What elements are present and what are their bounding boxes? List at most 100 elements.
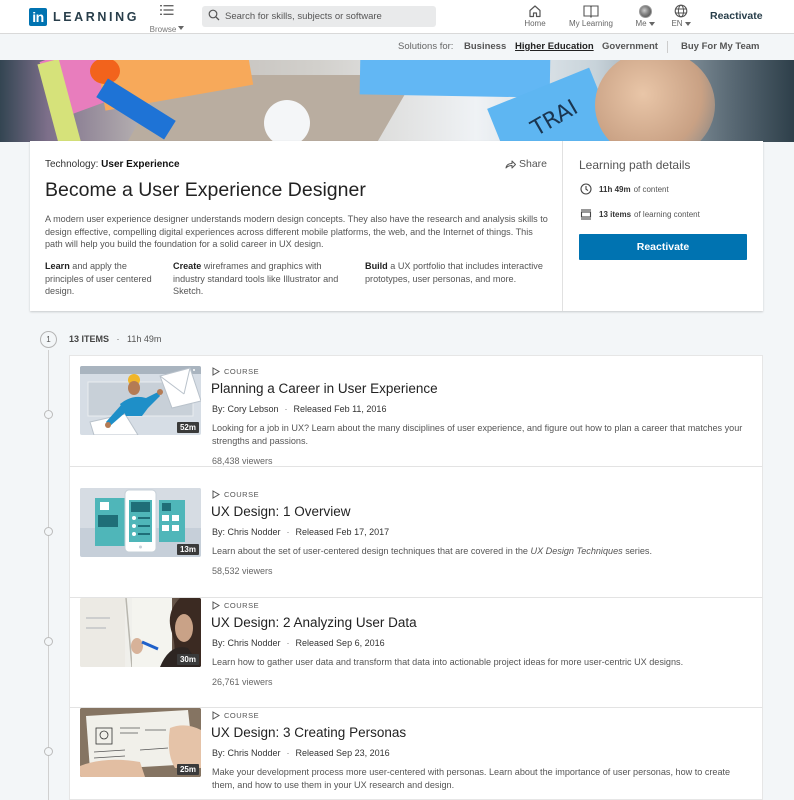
share-icon — [505, 160, 516, 168]
category-link[interactable]: User Experience — [101, 159, 179, 170]
goal-item: Learn and apply the principles of user c… — [45, 260, 155, 298]
course-release-date: Released Sep 23, 2016 — [295, 748, 390, 758]
course-title[interactable]: Planning a Career in User Experience — [211, 381, 438, 396]
home-icon — [518, 3, 552, 19]
browse-button[interactable]: Browse — [147, 3, 187, 37]
reactivate-link[interactable]: Reactivate — [710, 10, 763, 22]
nav-home[interactable]: Home — [518, 3, 552, 28]
course-thumbnail[interactable]: 30m — [80, 598, 201, 667]
nav-my-learning-label: My Learning — [568, 19, 614, 28]
top-nav: in LEARNING Browse Home My Learning Me — [0, 0, 794, 34]
reactivate-button[interactable]: Reactivate — [579, 234, 747, 260]
play-icon — [212, 367, 220, 376]
buy-for-my-team-link[interactable]: Buy For My Team — [681, 41, 759, 52]
course-title[interactable]: UX Design: 2 Analyzing User Data — [211, 615, 417, 630]
course-author: By: Cory Lebson — [212, 404, 279, 414]
path-description: A modern user experience designer unders… — [45, 214, 548, 249]
avatar — [638, 4, 652, 18]
nav-me-label: Me — [635, 19, 647, 28]
course-meta: By: Chris Nodder · Released Sep 23, 2016 — [212, 748, 390, 758]
course-author: By: Chris Nodder — [212, 527, 281, 537]
course-thumbnail[interactable]: 52m — [80, 366, 201, 435]
duration-label: of content — [633, 184, 669, 194]
course-description: Make your development process more user-… — [212, 767, 731, 790]
course-item[interactable]: 30m COURSE UX Design: 2 Analyzing User D… — [70, 598, 762, 708]
path-overview: Technology: User Experience Share Become… — [30, 141, 563, 311]
timeline-dot — [44, 747, 53, 756]
content-type: COURSE — [212, 601, 259, 610]
items-value: 13 items — [599, 210, 632, 219]
solutions-government-link[interactable]: Government — [602, 41, 658, 52]
details-items: 13 items of learning content — [579, 209, 700, 220]
items-label: of learning content — [634, 210, 700, 219]
section-duration: 11h 49m — [127, 334, 162, 344]
play-icon — [212, 490, 220, 499]
nav-my-learning[interactable]: My Learning — [564, 3, 618, 28]
goal-item: Build a UX portfolio that includes inter… — [365, 260, 545, 285]
search-icon — [208, 8, 220, 26]
content-type-label: COURSE — [224, 601, 260, 610]
goal-bold: Learn — [45, 261, 70, 271]
linkedin-learning-logo[interactable]: in LEARNING — [29, 8, 139, 26]
caret-down-icon — [648, 21, 655, 26]
nav-me[interactable]: Me — [630, 3, 660, 28]
play-icon — [212, 601, 220, 610]
play-icon — [212, 711, 220, 720]
course-description: Learn about the set of user-centered des… — [212, 545, 752, 558]
content-type: COURSE — [212, 711, 259, 720]
goal-bold: Create — [173, 261, 202, 271]
course-title[interactable]: UX Design: 1 Overview — [211, 504, 351, 519]
duration-value: 11h 49m — [599, 184, 631, 194]
linkedin-logo-icon: in — [29, 8, 47, 26]
category-prefix: Technology: — [45, 159, 99, 170]
share-button[interactable]: Share — [505, 158, 547, 170]
solutions-higher-education-link[interactable]: Higher Education — [515, 41, 594, 52]
goal-item: Create wireframes and graphics with indu… — [173, 260, 353, 298]
book-icon — [564, 3, 618, 19]
caret-down-icon — [684, 21, 691, 26]
share-label: Share — [519, 158, 548, 170]
hero-image: TRAI — [0, 60, 794, 142]
content-type-label: COURSE — [224, 711, 260, 720]
timeline-dot — [44, 637, 53, 646]
course-description: Looking for a job in UX? Learn about the… — [212, 423, 743, 446]
course-viewers: 58,532 viewers — [212, 566, 273, 576]
course-viewers: 26,761 viewers — [212, 677, 273, 687]
course-title[interactable]: UX Design: 3 Creating Personas — [211, 725, 406, 740]
course-item[interactable]: 52m COURSE Planning a Career in User Exp… — [70, 356, 762, 467]
separator: · — [116, 334, 120, 344]
learning-path-details: Learning path details 11h 49m of content … — [564, 141, 763, 311]
course-meta: By: Chris Nodder · Released Feb 17, 2017 — [212, 527, 390, 537]
course-item[interactable]: 13m COURSE UX Design: 1 Overview By: Chr… — [70, 487, 762, 598]
course-thumbnail[interactable]: 25m — [80, 708, 201, 777]
solutions-label: Solutions for: — [398, 41, 454, 52]
search-bar[interactable] — [202, 6, 436, 27]
solutions-business-link[interactable]: Business — [464, 41, 506, 52]
nav-home-label: Home — [524, 19, 546, 28]
clock-icon — [579, 183, 593, 195]
course-item[interactable]: 25m COURSE UX Design: 3 Creating Persona… — [70, 708, 762, 800]
course-author: By: Chris Nodder — [212, 748, 281, 758]
content-type: COURSE — [212, 367, 259, 376]
details-title: Learning path details — [579, 158, 691, 172]
content-type-label: COURSE — [224, 367, 260, 376]
description-text: Learn about the set of user-centered des… — [212, 546, 531, 556]
course-thumbnail[interactable]: 13m — [80, 488, 201, 557]
course-list: 52m COURSE Planning a Career in User Exp… — [69, 355, 763, 800]
learning-path-card: Technology: User Experience Share Become… — [30, 141, 763, 311]
item-count: 13 ITEMS — [69, 334, 110, 344]
course-description: Learn how to gather user data and transf… — [212, 657, 684, 667]
list-icon — [147, 3, 187, 19]
nav-icons: Home My Learning Me EN — [518, 3, 696, 28]
timeline-dot — [44, 410, 53, 419]
goal-bold: Build — [365, 261, 388, 271]
details-duration: 11h 49m of content — [579, 183, 669, 195]
duration-badge: 25m — [176, 764, 199, 775]
nav-language[interactable]: EN — [666, 3, 696, 28]
step-number: 1 — [40, 331, 57, 348]
timeline-dot — [44, 527, 53, 536]
logo-text: LEARNING — [53, 10, 140, 24]
duration-badge: 13m — [176, 544, 199, 555]
caret-down-icon — [178, 25, 185, 30]
search-input[interactable] — [225, 11, 425, 22]
